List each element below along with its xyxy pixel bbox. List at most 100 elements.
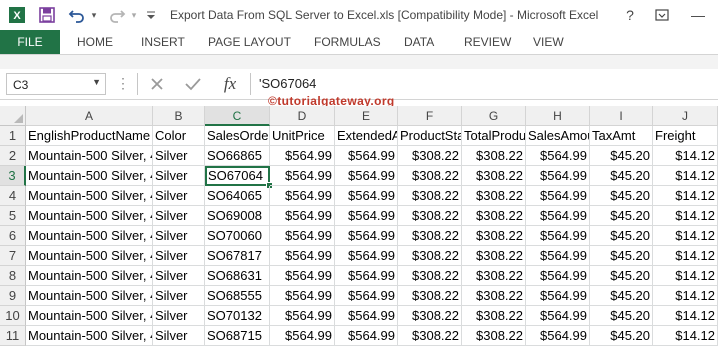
cell-f10[interactable]: $308.22 (398, 306, 462, 326)
row-header-10[interactable]: 10 (0, 306, 26, 326)
column-header-e[interactable]: E (335, 106, 398, 126)
cell-d2[interactable]: $564.99 (270, 146, 335, 166)
select-all-button[interactable] (0, 106, 26, 126)
cell-j7[interactable]: $14.12 (653, 246, 718, 266)
cell-a4[interactable]: Mountain-500 Silver, 40 (26, 186, 153, 206)
column-header-b[interactable]: B (153, 106, 205, 126)
header-cell-h[interactable]: SalesAmount (526, 126, 590, 146)
cell-i10[interactable]: $45.20 (590, 306, 653, 326)
cell-b3[interactable]: Silver (153, 166, 205, 186)
cell-b7[interactable]: Silver (153, 246, 205, 266)
cell-d7[interactable]: $564.99 (270, 246, 335, 266)
minimize-button[interactable]: — (685, 5, 711, 25)
cell-j9[interactable]: $14.12 (653, 286, 718, 306)
tab-formulas[interactable]: FORMULAS (314, 30, 381, 54)
save-icon[interactable] (36, 4, 58, 26)
cell-d5[interactable]: $564.99 (270, 206, 335, 226)
undo-icon[interactable] (66, 4, 88, 26)
column-header-i[interactable]: I (590, 106, 653, 126)
cell-h4[interactable]: $564.99 (526, 186, 590, 206)
excel-logo-icon[interactable]: X (6, 4, 28, 26)
header-cell-c[interactable]: SalesOrderNumber (205, 126, 270, 146)
cell-b2[interactable]: Silver (153, 146, 205, 166)
row-header-7[interactable]: 7 (0, 246, 26, 266)
cell-i6[interactable]: $45.20 (590, 226, 653, 246)
cell-c10[interactable]: SO70132 (205, 306, 270, 326)
header-cell-i[interactable]: TaxAmt (590, 126, 653, 146)
cell-e9[interactable]: $564.99 (335, 286, 398, 306)
cell-c2[interactable]: SO66865 (205, 146, 270, 166)
cell-h10[interactable]: $564.99 (526, 306, 590, 326)
cell-c11[interactable]: SO68715 (205, 326, 270, 346)
row-header-3[interactable]: 3 (0, 166, 26, 186)
customize-qat-icon[interactable] (144, 4, 158, 26)
cell-a8[interactable]: Mountain-500 Silver, 40 (26, 266, 153, 286)
column-header-a[interactable]: A (26, 106, 153, 126)
cell-j10[interactable]: $14.12 (653, 306, 718, 326)
cell-e2[interactable]: $564.99 (335, 146, 398, 166)
cell-h11[interactable]: $564.99 (526, 326, 590, 346)
column-header-h[interactable]: H (526, 106, 590, 126)
header-cell-f[interactable]: ProductStandardCost (398, 126, 462, 146)
cell-g7[interactable]: $308.22 (462, 246, 526, 266)
cell-h6[interactable]: $564.99 (526, 226, 590, 246)
cell-i4[interactable]: $45.20 (590, 186, 653, 206)
cell-e3[interactable]: $564.99 (335, 166, 398, 186)
cell-d8[interactable]: $564.99 (270, 266, 335, 286)
cell-g4[interactable]: $308.22 (462, 186, 526, 206)
insert-function-icon[interactable]: fx (218, 73, 242, 95)
header-cell-b[interactable]: Color (153, 126, 205, 146)
cell-d4[interactable]: $564.99 (270, 186, 335, 206)
cell-a9[interactable]: Mountain-500 Silver, 40 (26, 286, 153, 306)
cell-i8[interactable]: $45.20 (590, 266, 653, 286)
more-options-icon[interactable]: ⋮ (116, 75, 130, 92)
cell-b10[interactable]: Silver (153, 306, 205, 326)
cell-j2[interactable]: $14.12 (653, 146, 718, 166)
row-header-11[interactable]: 11 (0, 326, 26, 346)
cell-c7[interactable]: SO67817 (205, 246, 270, 266)
cell-j11[interactable]: $14.12 (653, 326, 718, 346)
cell-g11[interactable]: $308.22 (462, 326, 526, 346)
row-header-6[interactable]: 6 (0, 226, 26, 246)
cell-h7[interactable]: $564.99 (526, 246, 590, 266)
cell-b9[interactable]: Silver (153, 286, 205, 306)
cell-j8[interactable]: $14.12 (653, 266, 718, 286)
tab-insert[interactable]: INSERT (141, 30, 185, 54)
header-cell-a[interactable]: EnglishProductName (26, 126, 153, 146)
spreadsheet-grid[interactable]: A B C D E F G H I J 1 EnglishProductName Color SalesO… (0, 106, 718, 353)
help-button[interactable]: ? (617, 5, 643, 25)
cell-j3[interactable]: $14.12 (653, 166, 718, 186)
redo-icon[interactable] (106, 4, 128, 26)
row-header-4[interactable]: 4 (0, 186, 26, 206)
formula-input[interactable]: 'SO67064 (250, 73, 718, 95)
cell-f9[interactable]: $308.22 (398, 286, 462, 306)
cancel-icon[interactable] (146, 73, 168, 95)
tab-page-layout[interactable]: PAGE LAYOUT (208, 30, 291, 54)
cell-f11[interactable]: $308.22 (398, 326, 462, 346)
cell-f7[interactable]: $308.22 (398, 246, 462, 266)
cell-a6[interactable]: Mountain-500 Silver, 40 (26, 226, 153, 246)
cell-d9[interactable]: $564.99 (270, 286, 335, 306)
cell-i2[interactable]: $45.20 (590, 146, 653, 166)
column-header-d[interactable]: D (270, 106, 335, 126)
cell-a11[interactable]: Mountain-500 Silver, 40 (26, 326, 153, 346)
ribbon-display-options-button[interactable] (649, 5, 675, 25)
row-header-9[interactable]: 9 (0, 286, 26, 306)
cell-g8[interactable]: $308.22 (462, 266, 526, 286)
cell-d3[interactable]: $564.99 (270, 166, 335, 186)
column-header-g[interactable]: G (462, 106, 526, 126)
cell-h8[interactable]: $564.99 (526, 266, 590, 286)
cell-j4[interactable]: $14.12 (653, 186, 718, 206)
cell-g6[interactable]: $308.22 (462, 226, 526, 246)
cell-e6[interactable]: $564.99 (335, 226, 398, 246)
cell-f8[interactable]: $308.22 (398, 266, 462, 286)
cell-f2[interactable]: $308.22 (398, 146, 462, 166)
cell-g2[interactable]: $308.22 (462, 146, 526, 166)
cell-f6[interactable]: $308.22 (398, 226, 462, 246)
tab-home[interactable]: HOME (77, 30, 113, 54)
cell-g10[interactable]: $308.22 (462, 306, 526, 326)
cell-i5[interactable]: $45.20 (590, 206, 653, 226)
cell-j6[interactable]: $14.12 (653, 226, 718, 246)
cell-c4[interactable]: SO64065 (205, 186, 270, 206)
row-header-1[interactable]: 1 (0, 126, 26, 146)
